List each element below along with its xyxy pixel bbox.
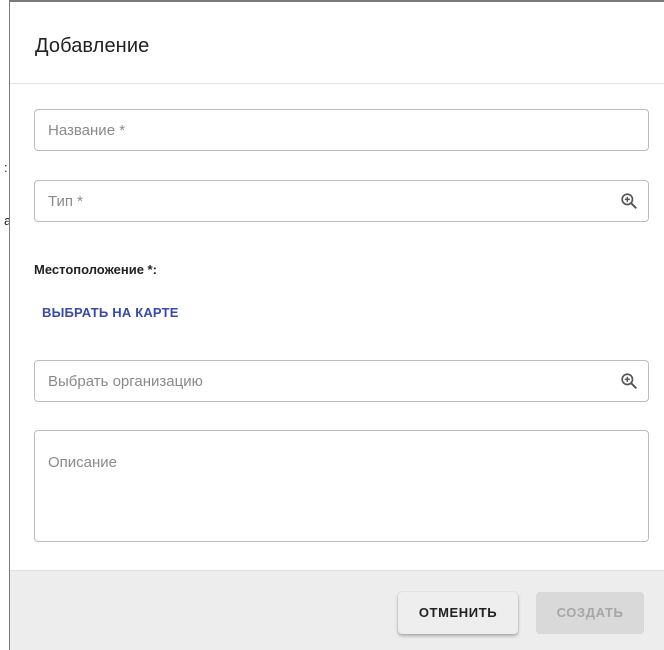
dialog-header: Добавление [10,2,664,84]
type-field[interactable]: Тип * [34,180,649,222]
add-dialog: Добавление Название * Тип * Местоположен… [9,0,664,650]
name-field-placeholder: Название * [48,122,126,139]
type-field-placeholder: Тип * [48,193,84,210]
backdrop-text-fragment: : [4,160,8,175]
organization-field-placeholder: Выбрать организацию [48,373,203,390]
zoom-in-icon[interactable] [619,191,639,211]
dialog-footer: ОТМЕНИТЬ СОЗДАТЬ [10,570,664,650]
select-on-map-link[interactable]: ВЫБРАТЬ НА КАРТЕ [42,305,179,320]
dialog-title: Добавление [35,35,150,57]
cancel-button[interactable]: ОТМЕНИТЬ [398,592,518,634]
name-field[interactable]: Название * [34,109,649,151]
description-placeholder: Описание [48,454,118,471]
organization-field[interactable]: Выбрать организацию [34,360,649,402]
dialog-body: Название * Тип * Местоположение *: ВЫБРА… [10,84,664,570]
zoom-in-icon[interactable] [619,371,639,391]
create-button[interactable]: СОЗДАТЬ [536,592,644,634]
description-textarea[interactable]: Описание [34,430,649,542]
location-label: Местоположение *: [34,262,157,277]
